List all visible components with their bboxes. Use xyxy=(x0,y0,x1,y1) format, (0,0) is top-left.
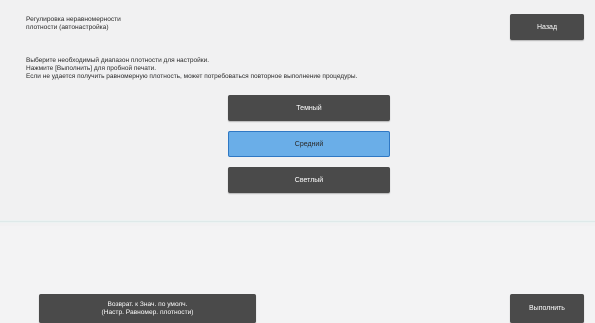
density-medium-button[interactable]: Средний xyxy=(228,131,390,157)
reset-default-label-line1: Возврат. к Знач. по умолч. xyxy=(107,300,188,308)
page-title: Регулировка неравномерности плотности (а… xyxy=(26,16,286,33)
reset-default-label-line2: (Настр. Равномер. плотности) xyxy=(101,308,194,316)
instructions-text: Выберите необходимый диапазон плотности … xyxy=(26,57,546,82)
back-button[interactable]: Назад xyxy=(510,14,584,40)
execute-button[interactable]: Выполнить xyxy=(510,294,584,323)
instruction-line1: Выберите необходимый диапазон плотности … xyxy=(26,57,210,64)
page-title-line2: плотности (автонастройка) xyxy=(26,24,109,32)
screen: Регулировка неравномерности плотности (а… xyxy=(0,0,595,323)
density-light-button[interactable]: Светлый xyxy=(228,167,390,193)
density-dark-button[interactable]: Темный xyxy=(228,95,390,121)
instruction-line3: Если не удается получить равномерную пло… xyxy=(26,73,358,81)
divider xyxy=(0,220,595,223)
reset-default-button[interactable]: Возврат. к Знач. по умолч. (Настр. Равно… xyxy=(39,294,256,323)
